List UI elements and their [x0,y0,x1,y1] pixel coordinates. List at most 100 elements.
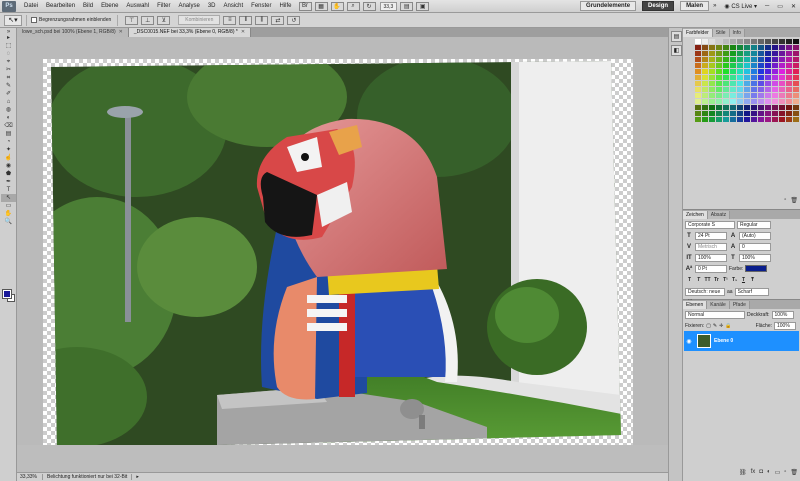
color-swatch[interactable] [744,75,750,80]
color-swatch[interactable] [793,99,799,104]
clone-stamp-tool-icon[interactable]: ⌂ [1,98,16,106]
color-swatch[interactable] [758,39,764,44]
language-select[interactable]: Deutsch: neue ... [685,287,725,302]
healing-brush-tool-icon[interactable]: ✎ [1,82,16,90]
path-select-tool-icon[interactable]: ↖ [1,194,16,202]
color-swatch[interactable] [793,87,799,92]
color-swatch[interactable] [793,39,799,44]
color-swatch[interactable] [765,51,771,56]
color-swatch[interactable] [716,39,722,44]
color-swatch[interactable] [765,69,771,74]
color-swatch[interactable] [786,57,792,62]
sponge-tool-icon[interactable]: ◉ [1,162,16,170]
color-swatch[interactable] [751,93,757,98]
color-swatch[interactable] [786,39,792,44]
color-swatch[interactable] [737,111,743,116]
color-swatch[interactable] [765,45,771,50]
color-swatch[interactable] [772,81,778,86]
color-swatch[interactable] [779,81,785,86]
crop-tool-icon[interactable]: ✂ [1,66,16,74]
lock-pixels-icon[interactable]: ✎ [713,323,717,329]
visibility-eye-icon[interactable]: ◉ [684,338,694,345]
more-workspaces-icon[interactable]: » [709,3,720,9]
brush-tool-icon[interactable]: ✐ [1,90,16,98]
pen-tool-icon[interactable]: ✒ [1,178,16,186]
color-swatch[interactable] [786,63,792,68]
layer-style-icon[interactable]: fx [749,469,758,475]
color-swatch[interactable] [744,93,750,98]
color-swatch[interactable] [744,39,750,44]
color-swatch[interactable] [758,111,764,116]
color-swatch[interactable] [716,117,722,122]
color-swatch[interactable] [737,99,743,104]
quick-select-tool-icon[interactable]: ⌖ [1,58,16,66]
delete-swatch-icon[interactable]: 🗑 [788,197,800,204]
document-tab-dsc0015[interactable]: _DSC0015.NEF bei 33,3% (Ebene 0, RGB/8) … [128,28,252,37]
tab-ebenen[interactable]: Ebenen [683,301,708,309]
color-swatch[interactable] [751,45,757,50]
fill-field[interactable]: 100% [774,321,796,330]
color-swatch[interactable] [744,51,750,56]
color-swatch[interactable] [744,111,750,116]
swatch-grid[interactable] [683,37,800,124]
close-tab-icon[interactable]: ✕ [241,29,245,35]
zoom-level-select[interactable]: 33,3 [379,1,398,11]
color-swatch[interactable] [730,105,736,110]
color-swatch[interactable] [779,117,785,122]
color-swatch[interactable] [793,63,799,68]
color-swatch[interactable] [730,57,736,62]
color-swatch[interactable] [793,45,799,50]
delete-layer-icon[interactable]: 🗑 [788,469,800,476]
color-swatch[interactable] [695,105,701,110]
color-swatch[interactable] [786,51,792,56]
font-size-field[interactable]: 24 Pt [695,231,727,240]
color-swatch[interactable] [786,81,792,86]
color-swatch[interactable] [751,75,757,80]
color-swatch[interactable] [772,99,778,104]
color-swatch[interactable] [709,93,715,98]
document-canvas[interactable] [17,37,668,445]
color-swatch[interactable] [702,51,708,56]
color-swatch[interactable] [772,69,778,74]
type-tool-icon[interactable]: T [1,186,16,194]
rotate-view-icon[interactable]: ↻ [362,1,376,11]
color-swatch[interactable] [730,81,736,86]
color-swatch[interactable] [723,57,729,62]
superscript-button[interactable]: T¹ [721,276,730,284]
restore-icon[interactable]: ▭ [773,3,787,10]
menu-ebene[interactable]: Ebene [97,3,122,9]
new-group-icon[interactable]: ▭ [773,469,783,476]
color-swatch[interactable] [779,75,785,80]
color-swatch[interactable] [695,63,701,68]
color-swatch[interactable] [779,51,785,56]
color-swatch[interactable] [695,117,701,122]
color-swatch[interactable] [786,87,792,92]
color-swatch[interactable] [716,45,722,50]
font-style-select[interactable]: Regular [737,220,771,229]
color-swatch[interactable] [744,87,750,92]
auto-select-checkbox[interactable] [31,17,37,23]
color-swatch[interactable] [793,117,799,122]
arrange-documents-icon[interactable]: ▤ [400,1,414,11]
color-swatch[interactable] [723,75,729,80]
color-swatch[interactable] [737,45,743,50]
screen-mode-icon[interactable]: ▣ [416,1,430,11]
color-swatch[interactable] [772,87,778,92]
color-swatch[interactable] [772,57,778,62]
color-swatch[interactable] [786,117,792,122]
blend-mode-select[interactable]: Normal [685,310,745,319]
color-swatch[interactable] [709,117,715,122]
color-swatch[interactable] [793,111,799,116]
color-swatch[interactable] [744,63,750,68]
workspace-malen[interactable]: Malen [680,1,710,11]
eraser-tool-icon[interactable]: ◐ [1,114,16,122]
faux-italic-button[interactable]: T [694,276,703,284]
status-menu-icon[interactable]: ▸ [132,474,143,480]
color-swatch[interactable] [751,63,757,68]
eyedropper-tool-icon[interactable]: ⌗ [1,74,16,82]
color-swatch[interactable] [751,57,757,62]
color-swatch[interactable] [793,57,799,62]
color-swatch[interactable] [709,99,715,104]
small-caps-button[interactable]: Tr [712,276,721,284]
color-swatch[interactable] [730,63,736,68]
